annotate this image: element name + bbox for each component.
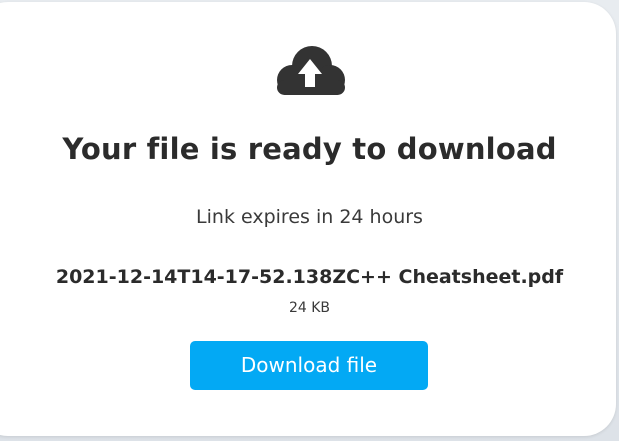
page-title: Your file is ready to download: [62, 132, 557, 166]
expiry-notice: Link expires in 24 hours: [196, 206, 423, 228]
cloud-upload-icon: [272, 44, 348, 102]
download-file-button[interactable]: Download file: [190, 341, 428, 390]
file-size: 24 KB: [288, 300, 331, 316]
file-name: 2021-12-14T14-17-52.138ZC++ Cheatsheet.p…: [55, 266, 564, 288]
